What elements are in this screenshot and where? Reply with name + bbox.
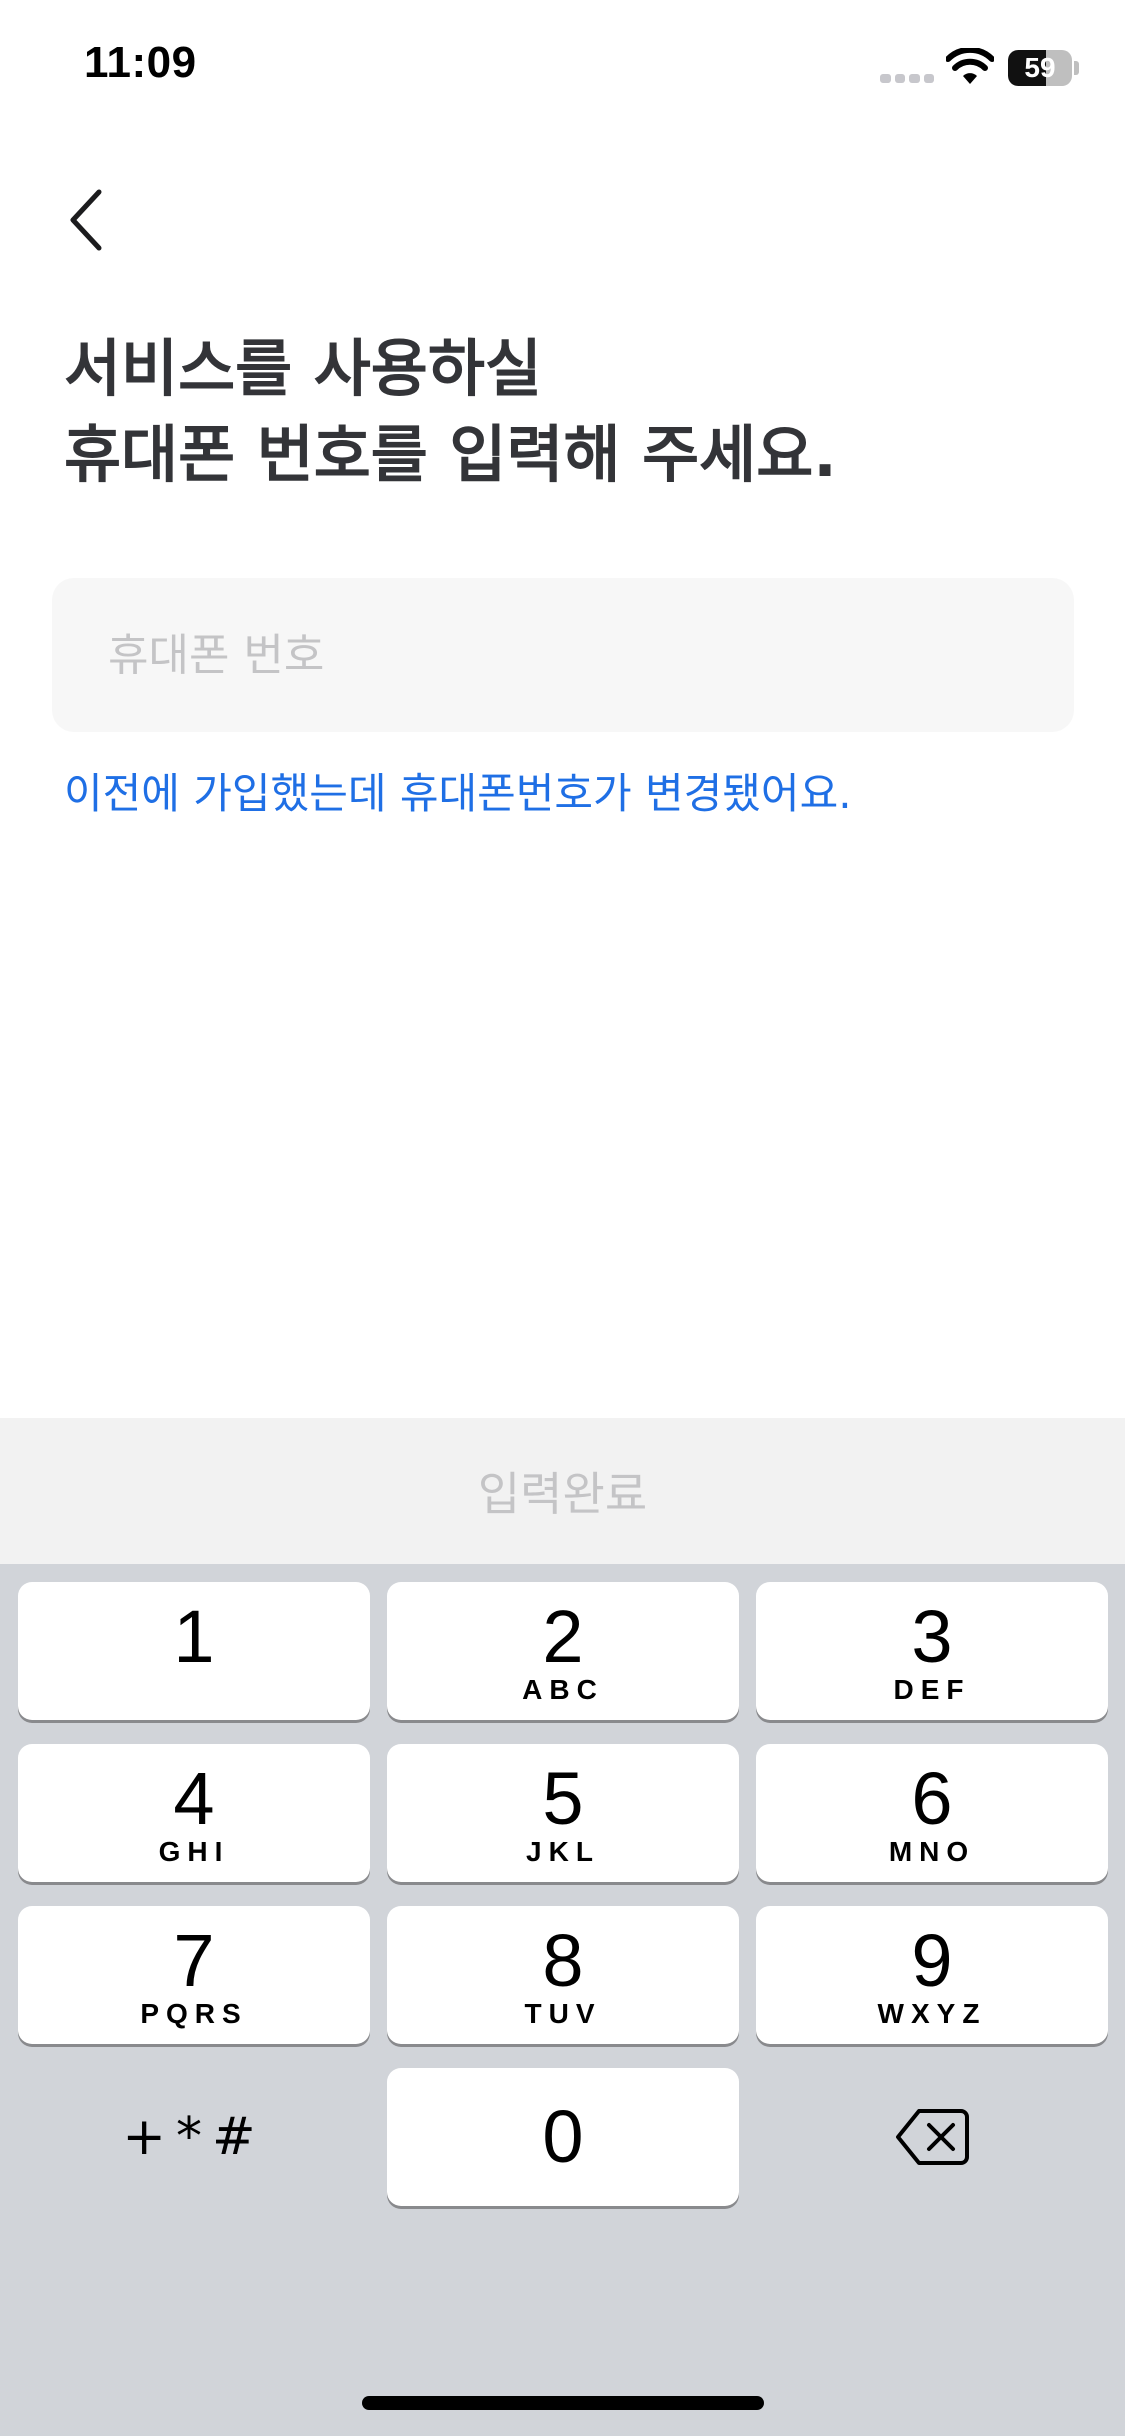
chevron-left-icon <box>70 189 102 251</box>
key-9[interactable]: 9 WXYZ <box>756 1906 1108 2044</box>
key-0[interactable]: 0 <box>387 2068 739 2206</box>
home-indicator <box>362 2396 764 2410</box>
key-digit: 8 <box>542 1919 584 2002</box>
submit-button[interactable]: 입력완료 <box>0 1418 1125 1564</box>
status-time: 11:09 <box>84 38 197 87</box>
key-letters: MNO <box>888 1836 976 1867</box>
key-7[interactable]: 7 PQRS <box>18 1906 370 2044</box>
page-title-line-1: 서비스를 사용하실 <box>64 332 542 405</box>
key-4[interactable]: 4 GHI <box>18 1744 370 1882</box>
numeric-keypad: 1 2 ABC 3 DEF 4 GHI 5 JKL 6 MNO 7 PQRS 8… <box>0 1564 1125 2436</box>
key-5[interactable]: 5 JKL <box>387 1744 739 1882</box>
delete-key[interactable] <box>756 2068 1108 2206</box>
phone-number-input[interactable] <box>52 578 1074 732</box>
backspace-icon <box>896 2109 969 2165</box>
key-digit: 3 <box>911 1595 953 1678</box>
key-letters: TUV <box>524 1998 602 2029</box>
key-digit: 4 <box>173 1757 215 1840</box>
key-digit: 7 <box>173 1919 215 2002</box>
key-letters: JKL <box>526 1836 600 1867</box>
symbols-key-label: +*# <box>122 2107 266 2167</box>
phone-changed-link[interactable]: 이전에 가입했는데 휴대폰번호가 변경됐어요. <box>64 760 852 821</box>
key-digit: 1 <box>173 1595 215 1678</box>
key-2[interactable]: 2 ABC <box>387 1582 739 1720</box>
battery-level-label: 59 <box>1024 52 1056 83</box>
key-6[interactable]: 6 MNO <box>756 1744 1108 1882</box>
wifi-icon <box>946 48 994 84</box>
key-letters: DEF <box>893 1674 971 1705</box>
key-letters: ABC <box>522 1674 604 1705</box>
key-digit: 2 <box>542 1595 584 1678</box>
key-1[interactable]: 1 <box>18 1582 370 1720</box>
cellular-signal-icon <box>880 74 934 84</box>
symbols-key[interactable]: +*# <box>18 2068 370 2206</box>
key-digit: 9 <box>911 1919 953 2002</box>
battery-icon: 59 <box>1008 50 1079 86</box>
key-letters: WXYZ <box>877 1998 987 2029</box>
key-letters: GHI <box>158 1836 230 1867</box>
key-digit: 0 <box>542 2095 584 2178</box>
page-title: 서비스를 사용하실 휴대폰 번호를 입력해 주세요. <box>64 326 1064 498</box>
key-digit: 5 <box>542 1757 584 1840</box>
back-button[interactable] <box>52 180 122 260</box>
key-digit: 6 <box>911 1757 953 1840</box>
page-title-line-2: 휴대폰 번호를 입력해 주세요. <box>64 418 837 491</box>
status-bar: 11:09 59 <box>0 0 1125 140</box>
key-3[interactable]: 3 DEF <box>756 1582 1108 1720</box>
key-8[interactable]: 8 TUV <box>387 1906 739 2044</box>
key-letters: PQRS <box>140 1998 248 2029</box>
